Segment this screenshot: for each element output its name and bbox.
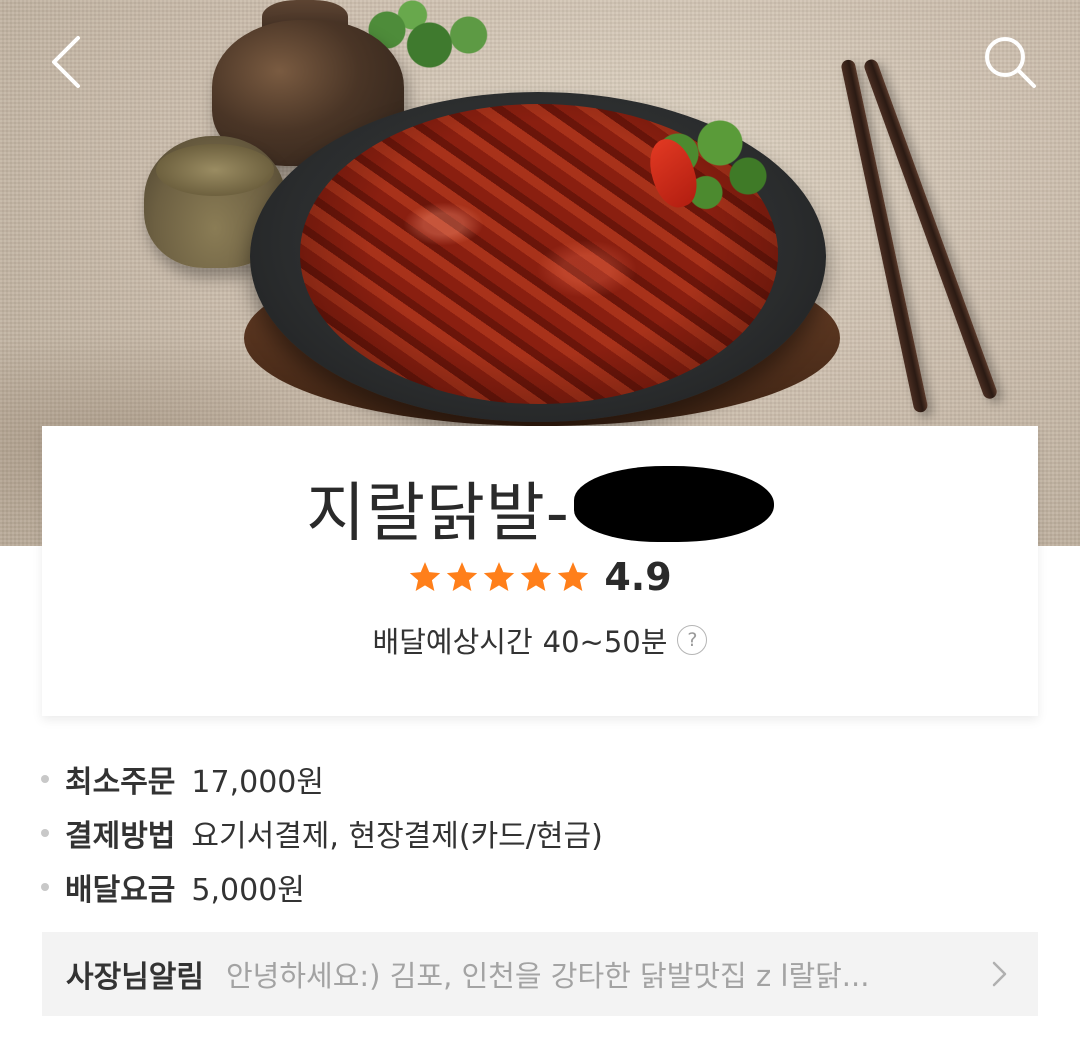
rating-stars: [408, 560, 590, 594]
star-icon: [521, 562, 552, 592]
store-info-list: 최소주문 17,000원 결제방법 요기서결제, 현장결제(카드/현금) 배달요…: [40, 752, 1040, 914]
rating-row: 4.9: [42, 554, 1038, 600]
info-row-min-order: 최소주문 17,000원: [40, 752, 1040, 806]
bullet-dot: [41, 775, 49, 783]
eta-value: 40~50분: [542, 625, 668, 659]
info-row-payment: 결제방법 요기서결제, 현장결제(카드/현금): [40, 806, 1040, 860]
chevron-left-icon: [52, 36, 80, 88]
info-row-delivery-fee: 배달요금 5,000원: [40, 860, 1040, 914]
search-button[interactable]: [970, 22, 1050, 102]
question-icon[interactable]: ?: [677, 625, 708, 655]
info-key: 결제방법: [65, 819, 176, 854]
owner-notice-bar[interactable]: 사장님알림 안녕하세요:) 김포, 인천을 강타한 닭발맛집 z l랄닭...: [42, 932, 1038, 1016]
delivery-eta-row: 배달예상시간 40~50분 ?: [42, 620, 1038, 660]
notice-label: 사장님알림: [66, 960, 204, 995]
info-key: 최소주문: [65, 765, 176, 800]
star-icon: [484, 562, 515, 592]
notice-text: 안녕하세요:) 김포, 인천을 강타한 닭발맛집 z l랄닭...: [226, 959, 870, 993]
store-info-card: 지랄닭발- 4.9 배달예상시간 40~50분 ?: [42, 426, 1038, 716]
info-value: 5,000원: [191, 873, 305, 908]
chevron-right-icon: [992, 961, 1007, 987]
redaction-mark: [573, 466, 774, 542]
star-icon: [410, 562, 441, 592]
back-button[interactable]: [26, 22, 106, 102]
bullet-dot: [41, 883, 49, 891]
rating-value: 4.9: [604, 555, 672, 599]
info-key: 배달요금: [65, 873, 176, 908]
store-detail-screen: 지랄닭발- 4.9 배달예상시간 40~50분 ? 최소주문 17,000원 결…: [0, 0, 1080, 1040]
store-name: 지랄닭발-: [306, 477, 570, 551]
bullet-dot: [41, 829, 49, 837]
tea-cup-inner: [156, 144, 274, 196]
info-value: 17,000원: [191, 765, 324, 800]
star-icon: [558, 562, 589, 592]
star-icon: [447, 562, 478, 592]
info-value: 요기서결제, 현장결제(카드/현금): [191, 819, 603, 854]
eta-label: 배달예상시간: [372, 625, 533, 659]
search-icon: [985, 37, 1036, 88]
store-title-row: 지랄닭발-: [42, 466, 1038, 551]
